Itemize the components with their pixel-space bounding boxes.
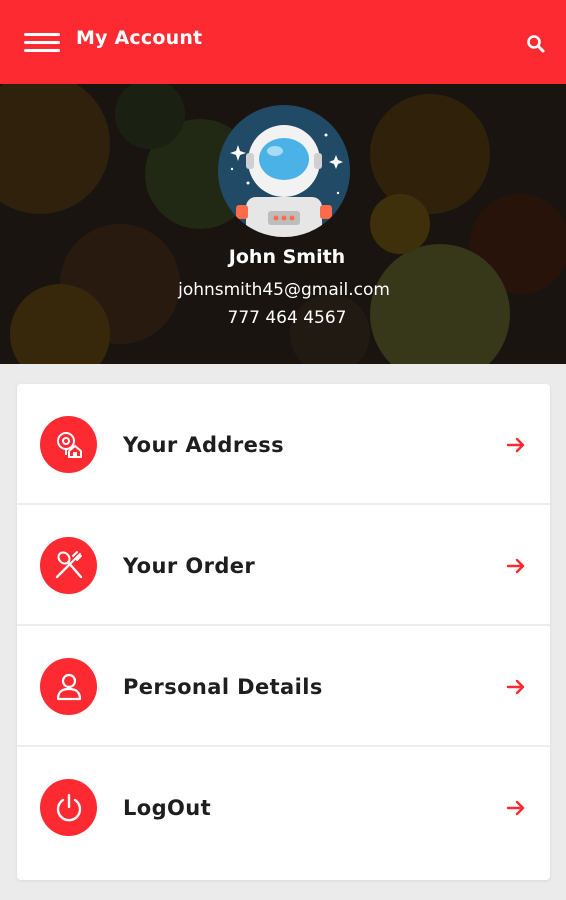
menu-item-label: Your Order [123, 553, 256, 578]
menu-item-label: Your Address [123, 432, 285, 457]
menu-item-your-order[interactable]: Your Order [17, 505, 550, 626]
arrow-right-icon [506, 558, 525, 573]
menu-item-label: Personal Details [123, 674, 323, 699]
astronaut-avatar[interactable] [218, 105, 350, 237]
page-title: My Account [76, 27, 203, 49]
menu-item-logout[interactable]: LogOut [17, 747, 550, 868]
account-menu-card: Your Address Your Order Personal Details [17, 384, 550, 880]
hamburger-menu-icon[interactable] [24, 31, 60, 53]
user-icon [40, 658, 97, 715]
location-home-icon [40, 416, 97, 473]
user-name: John Smith [228, 246, 346, 268]
menu-item-label: LogOut [123, 795, 212, 820]
app-bar: My Account [0, 0, 566, 84]
menu-item-your-address[interactable]: Your Address [17, 384, 550, 505]
arrow-right-icon [506, 679, 525, 694]
profile-header: John Smith johnsmith45@gmail.com 777 464… [0, 84, 566, 364]
user-email: johnsmith45@gmail.com [178, 280, 390, 300]
power-icon [40, 779, 97, 836]
fork-spoon-icon [40, 537, 97, 594]
arrow-right-icon [506, 800, 525, 815]
arrow-right-icon [506, 437, 525, 452]
menu-item-personal-details[interactable]: Personal Details [17, 626, 550, 747]
search-icon[interactable] [526, 34, 546, 54]
user-phone: 777 464 4567 [227, 308, 347, 328]
